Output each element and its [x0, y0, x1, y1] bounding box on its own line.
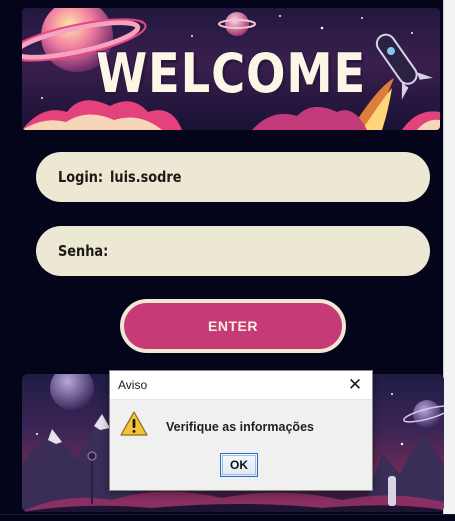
alert-dialog: Aviso ✕ Verifique as informações OK	[109, 370, 373, 491]
welcome-banner: WELCOME	[22, 8, 440, 130]
enter-button[interactable]: ENTER	[120, 299, 346, 353]
password-label: Senha:	[58, 242, 109, 260]
warning-icon	[120, 411, 148, 436]
dialog-titlebar[interactable]: Aviso ✕	[110, 371, 372, 400]
login-label: Login:	[58, 168, 104, 186]
login-field[interactable]: Login: luis.sodre	[36, 152, 430, 202]
welcome-title: WELCOME	[95, 42, 367, 105]
password-field[interactable]: Senha:	[36, 226, 430, 276]
ok-button[interactable]: OK	[220, 453, 258, 477]
dialog-title: Aviso	[118, 378, 148, 392]
login-input-value[interactable]: luis.sodre	[110, 168, 182, 186]
close-icon[interactable]: ✕	[342, 373, 368, 397]
window-edge	[443, 0, 455, 520]
dialog-message: Verifique as informações	[166, 420, 314, 434]
